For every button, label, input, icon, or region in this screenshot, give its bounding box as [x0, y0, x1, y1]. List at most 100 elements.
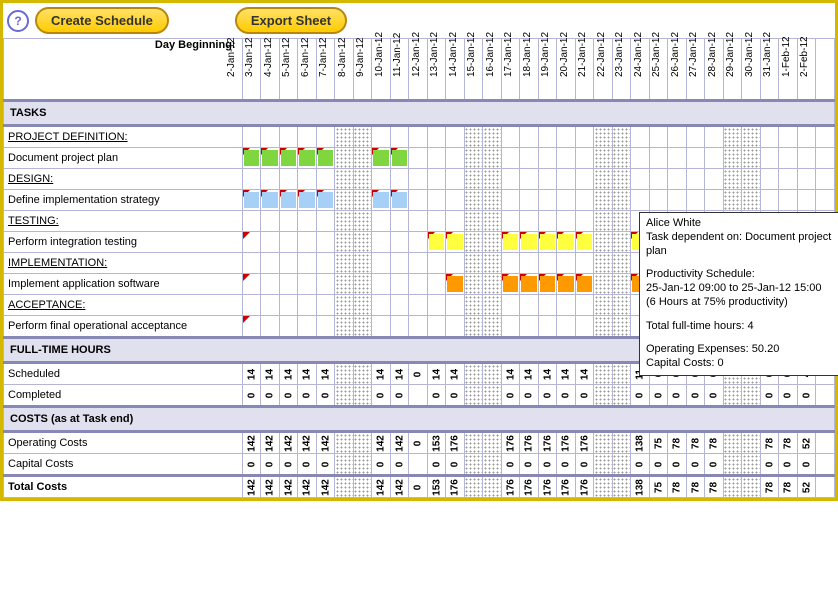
- grid-cell[interactable]: [335, 190, 354, 211]
- grid-cell[interactable]: [779, 190, 798, 211]
- grid-cell[interactable]: [594, 232, 613, 253]
- grid-cell[interactable]: [353, 148, 372, 169]
- task-row[interactable]: Document project plan: [4, 148, 243, 169]
- grid-cell[interactable]: [612, 295, 631, 316]
- grid-cell[interactable]: [464, 316, 483, 338]
- grid-cell[interactable]: [483, 211, 502, 232]
- grid-cell[interactable]: [390, 253, 409, 274]
- grid-cell[interactable]: [575, 126, 594, 148]
- grid-cell[interactable]: [483, 295, 502, 316]
- grid-cell[interactable]: [520, 316, 539, 338]
- grid-cell[interactable]: [779, 126, 798, 148]
- grid-cell[interactable]: [612, 316, 631, 338]
- grid-cell[interactable]: [409, 274, 428, 295]
- grid-cell[interactable]: [390, 232, 409, 253]
- grid-cell[interactable]: [261, 253, 280, 274]
- grid-cell[interactable]: [409, 190, 428, 211]
- grid-cell[interactable]: [427, 211, 446, 232]
- grid-cell[interactable]: [316, 126, 335, 148]
- grid-cell[interactable]: [390, 126, 409, 148]
- grid-cell[interactable]: [409, 253, 428, 274]
- grid-cell[interactable]: [538, 253, 557, 274]
- grid-cell[interactable]: [390, 274, 409, 295]
- grid-cell[interactable]: [261, 211, 280, 232]
- grid-cell[interactable]: [298, 232, 317, 253]
- grid-cell[interactable]: [520, 148, 539, 169]
- grid-cell[interactable]: [816, 126, 835, 148]
- grid-cell[interactable]: [538, 274, 557, 295]
- grid-cell[interactable]: [409, 316, 428, 338]
- grid-cell[interactable]: [261, 126, 280, 148]
- grid-cell[interactable]: [612, 274, 631, 295]
- grid-cell[interactable]: [501, 295, 520, 316]
- grid-cell[interactable]: [316, 253, 335, 274]
- grid-cell[interactable]: [538, 126, 557, 148]
- grid-cell[interactable]: [612, 126, 631, 148]
- grid-cell[interactable]: [649, 126, 668, 148]
- grid-cell[interactable]: [705, 126, 724, 148]
- grid-cell[interactable]: [594, 148, 613, 169]
- grid-cell[interactable]: [390, 295, 409, 316]
- grid-cell[interactable]: [242, 148, 261, 169]
- grid-cell[interactable]: [501, 148, 520, 169]
- grid-cell[interactable]: [520, 274, 539, 295]
- grid-cell[interactable]: [779, 169, 798, 190]
- help-icon[interactable]: ?: [7, 10, 29, 32]
- grid-cell[interactable]: [353, 190, 372, 211]
- grid-cell[interactable]: [464, 126, 483, 148]
- grid-cell[interactable]: [446, 232, 465, 253]
- grid-cell[interactable]: [335, 316, 354, 338]
- grid-cell[interactable]: [261, 169, 280, 190]
- grid-cell[interactable]: [649, 148, 668, 169]
- grid-cell[interactable]: [594, 253, 613, 274]
- grid-cell[interactable]: [520, 211, 539, 232]
- grid-cell[interactable]: [612, 253, 631, 274]
- grid-cell[interactable]: [723, 126, 742, 148]
- grid-cell[interactable]: [335, 169, 354, 190]
- grid-cell[interactable]: [390, 148, 409, 169]
- grid-cell[interactable]: [316, 316, 335, 338]
- grid-cell[interactable]: [353, 211, 372, 232]
- grid-cell[interactable]: [335, 274, 354, 295]
- grid-cell[interactable]: [409, 169, 428, 190]
- grid-cell[interactable]: [483, 190, 502, 211]
- grid-cell[interactable]: [520, 253, 539, 274]
- grid-cell[interactable]: [575, 295, 594, 316]
- grid-cell[interactable]: [612, 169, 631, 190]
- grid-cell[interactable]: [316, 295, 335, 316]
- grid-cell[interactable]: [557, 232, 576, 253]
- grid-cell[interactable]: [538, 169, 557, 190]
- grid-cell[interactable]: [335, 211, 354, 232]
- grid-cell[interactable]: [316, 148, 335, 169]
- grid-cell[interactable]: [372, 190, 391, 211]
- grid-cell[interactable]: [316, 169, 335, 190]
- grid-cell[interactable]: [446, 316, 465, 338]
- grid-cell[interactable]: [335, 253, 354, 274]
- grid-cell[interactable]: [557, 169, 576, 190]
- grid-cell[interactable]: [649, 190, 668, 211]
- grid-cell[interactable]: [575, 148, 594, 169]
- grid-cell[interactable]: [446, 295, 465, 316]
- grid-cell[interactable]: [279, 232, 298, 253]
- grid-cell[interactable]: [298, 295, 317, 316]
- grid-cell[interactable]: [409, 211, 428, 232]
- grid-cell[interactable]: [298, 126, 317, 148]
- grid-cell[interactable]: [372, 211, 391, 232]
- grid-cell[interactable]: [261, 316, 280, 338]
- grid-cell[interactable]: [242, 211, 261, 232]
- grid-cell[interactable]: [427, 316, 446, 338]
- grid-cell[interactable]: [575, 232, 594, 253]
- grid-cell[interactable]: [242, 295, 261, 316]
- grid-cell[interactable]: [372, 169, 391, 190]
- grid-cell[interactable]: [390, 316, 409, 338]
- grid-cell[interactable]: [760, 126, 779, 148]
- grid-cell[interactable]: [316, 232, 335, 253]
- grid-cell[interactable]: [575, 253, 594, 274]
- grid-cell[interactable]: [298, 148, 317, 169]
- grid-cell[interactable]: [483, 274, 502, 295]
- grid-cell[interactable]: [279, 211, 298, 232]
- grid-cell[interactable]: [520, 190, 539, 211]
- grid-cell[interactable]: [557, 190, 576, 211]
- grid-cell[interactable]: [390, 169, 409, 190]
- grid-cell[interactable]: [464, 253, 483, 274]
